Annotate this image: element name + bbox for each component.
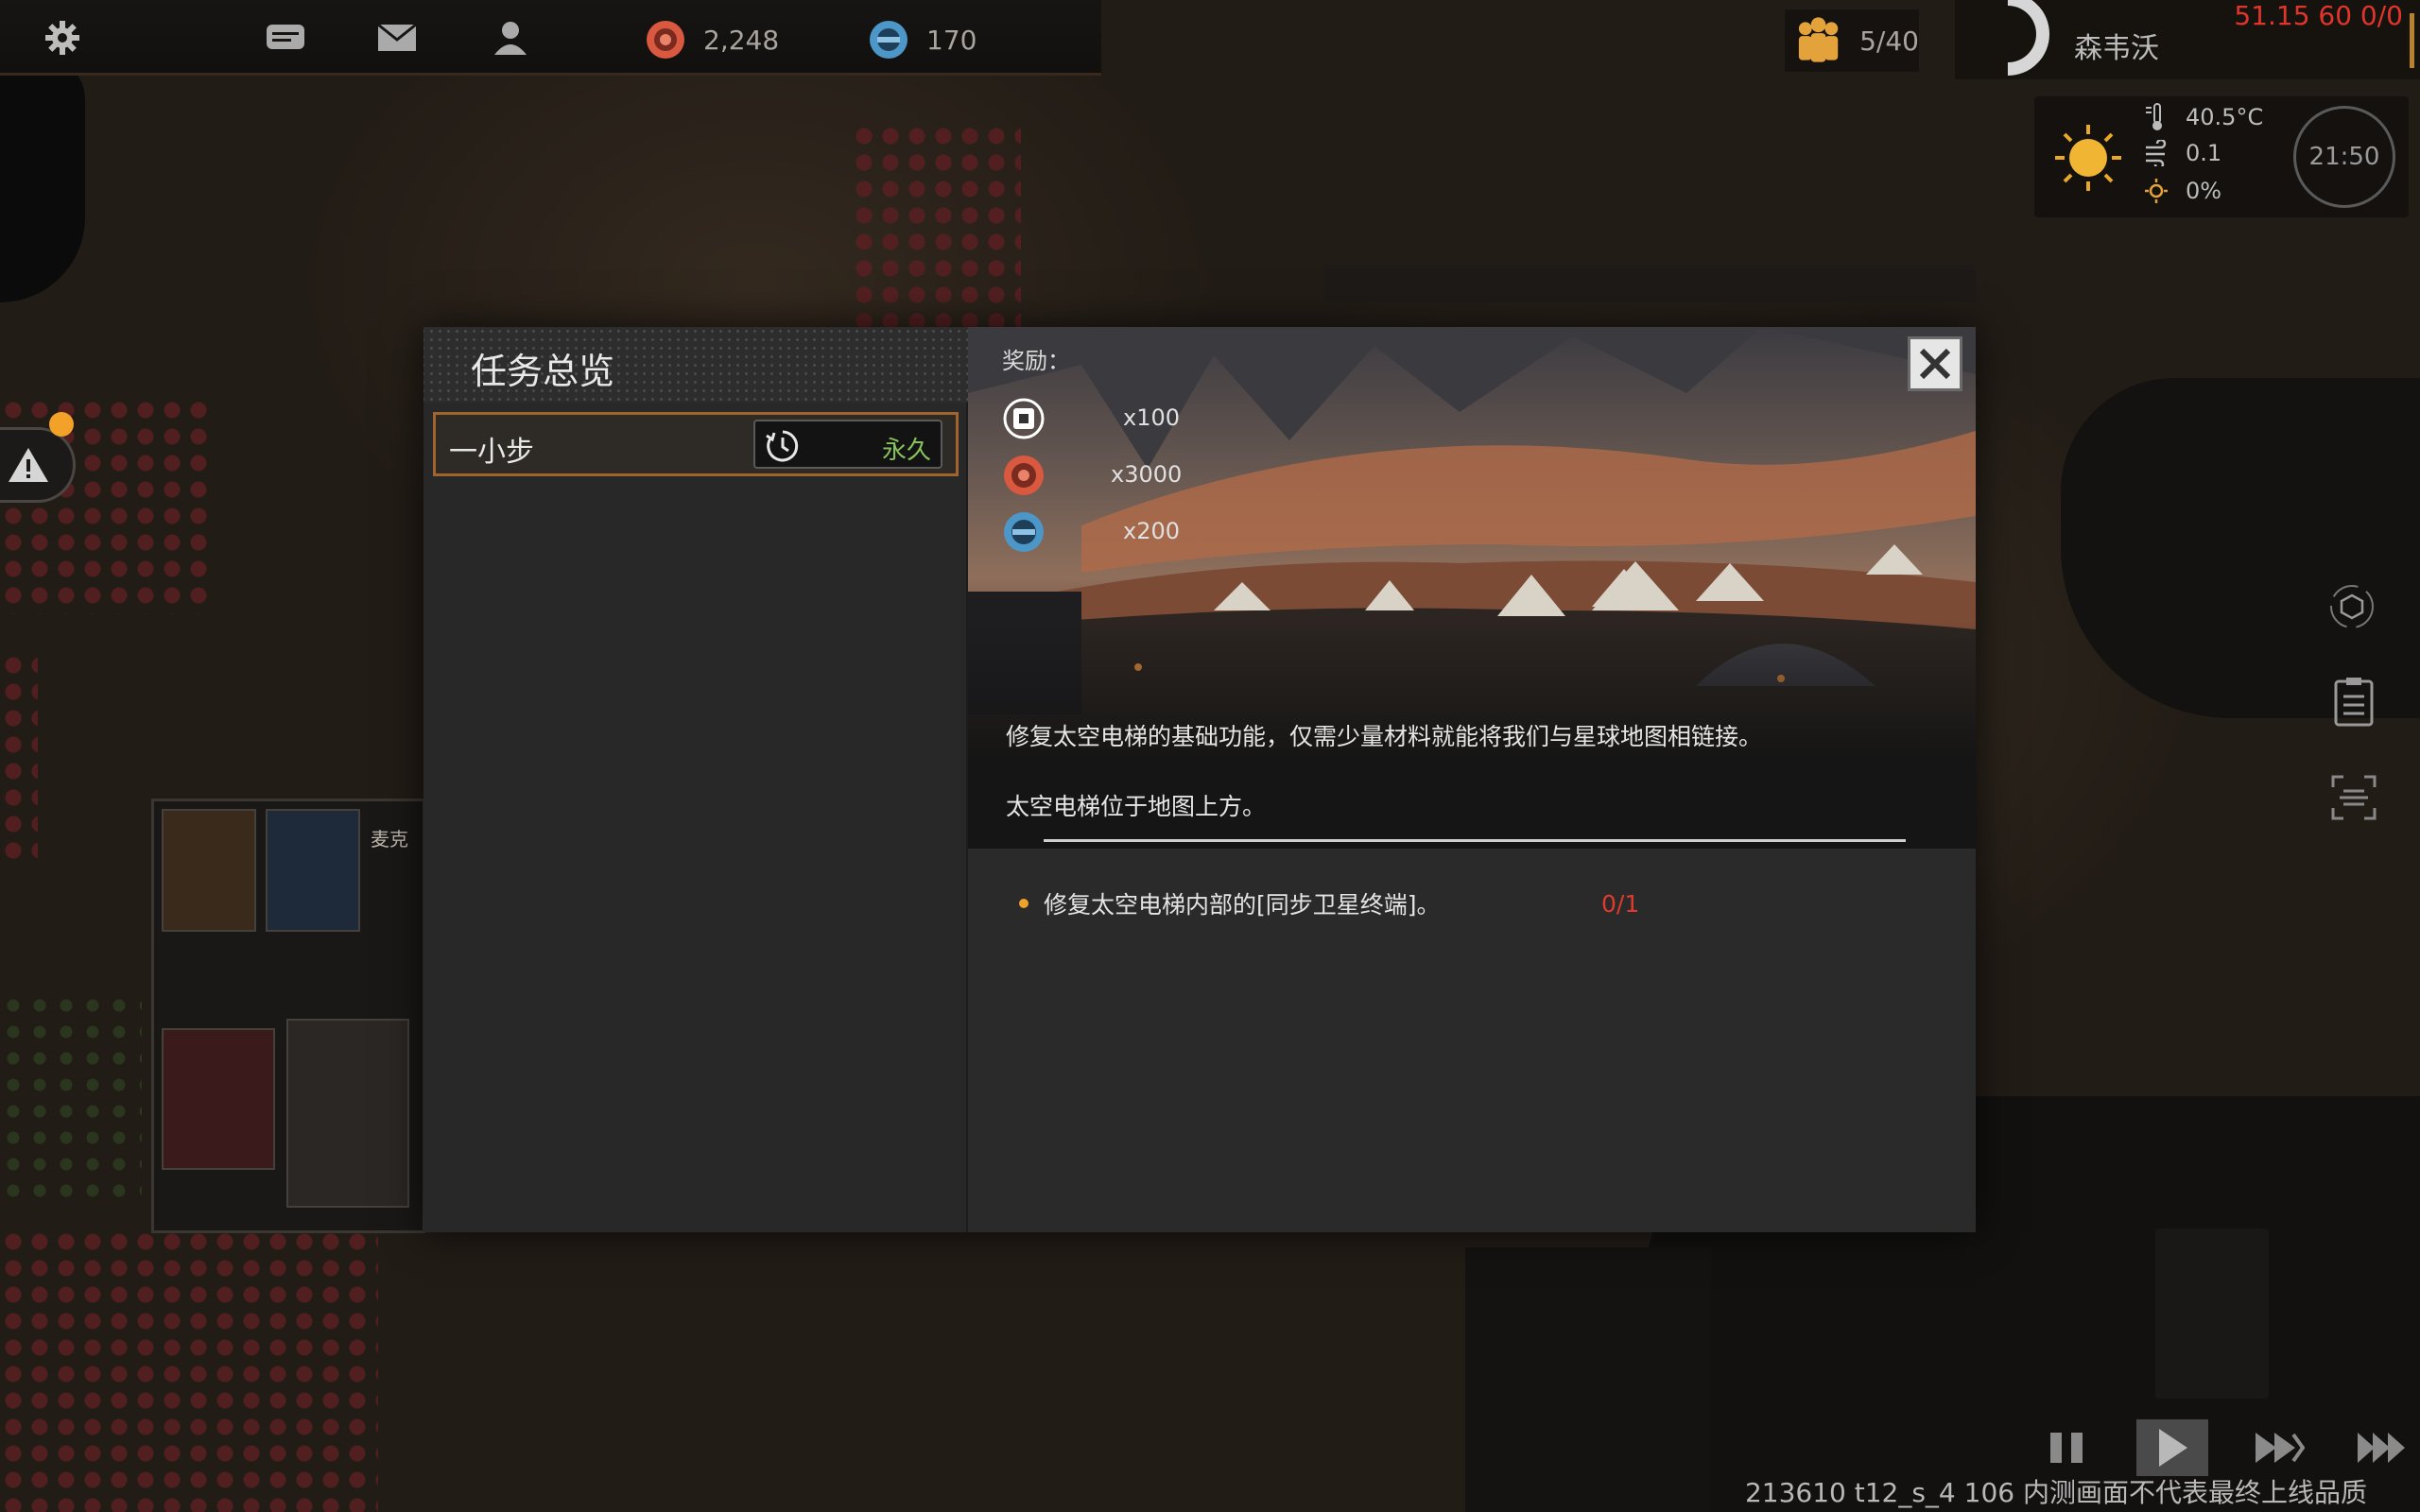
quest-location-hint: 太空电梯位于地图上方。 <box>1006 793 1267 820</box>
scan-icon[interactable] <box>2327 771 2380 824</box>
blue-coin-icon <box>870 21 908 59</box>
top-bar: 2,248 170 <box>0 0 1101 76</box>
quest-list-header: 任务总览 <box>424 327 968 403</box>
reward-item: x100 <box>1002 397 1180 440</box>
light-value: 0% <box>2186 178 2222 204</box>
resource-blue: 170 <box>868 19 977 60</box>
flower-field <box>851 123 1021 331</box>
construct-icon[interactable] <box>2325 580 2378 633</box>
reward-qty: x100 <box>1123 404 1181 431</box>
weather-panel[interactable]: 40.5°C 0.1 0% 21:50 <box>2034 96 2409 217</box>
gear-icon[interactable] <box>42 17 83 59</box>
quest-list-panel: 任务总览 一小步 永久 <box>424 327 968 1232</box>
flower-field <box>0 1228 378 1512</box>
quest-description: 修复太空电梯的基础功能，仅需少量材料就能将我们与星球地图相链接。 <box>1006 723 1763 750</box>
wind-value: 0.1 <box>2186 140 2222 166</box>
room <box>162 1028 275 1170</box>
pause-icon <box>2050 1433 2083 1463</box>
red-coin-icon <box>647 21 684 59</box>
close-button[interactable] <box>1908 336 1962 391</box>
blue-coin-icon <box>1004 512 1044 552</box>
objective-text: 修复太空电梯内部的[同步卫星终端]。 <box>1044 891 1441 919</box>
mail-icon[interactable] <box>376 17 418 59</box>
objective-bullet <box>1019 899 1028 908</box>
fast-forward-button[interactable] <box>2242 1419 2314 1476</box>
temperature-value: 40.5°C <box>2186 104 2264 130</box>
quest-duration-badge: 永久 <box>753 420 942 469</box>
clipboard-icon[interactable] <box>2327 675 2380 728</box>
colonists-icon <box>1798 17 1839 62</box>
map-void <box>0 57 85 302</box>
game-clock[interactable]: 21:50 <box>2293 106 2395 208</box>
reward-item: x3000 <box>1002 454 1182 497</box>
play-icon <box>2159 1429 2187 1467</box>
quest-list-title: 任务总览 <box>471 351 615 392</box>
light-row: 0% <box>2144 178 2221 204</box>
fast-forward-icon <box>2256 1433 2305 1463</box>
thermometer-icon <box>2146 103 2162 130</box>
room <box>162 809 256 932</box>
flower-field <box>0 652 38 860</box>
player-name: 森韦沃 <box>2074 32 2159 65</box>
quest-duration-label: 永久 <box>881 437 931 465</box>
alert-notification-dot <box>49 412 74 437</box>
reward-item: x200 <box>1002 510 1180 554</box>
room <box>266 809 360 932</box>
chip-icon <box>1003 398 1045 439</box>
map-colonist-label: 麦克 <box>371 828 408 850</box>
base-building[interactable] <box>151 799 425 1233</box>
speed-controls <box>2031 1419 2420 1476</box>
sun-icon <box>2055 125 2121 191</box>
warning-icon <box>9 448 48 482</box>
clock-icon <box>766 430 799 462</box>
player-accent-bar <box>2410 13 2414 68</box>
light-icon <box>2145 179 2168 203</box>
red-coin-icon <box>1004 455 1044 495</box>
alert-button[interactable] <box>0 427 76 503</box>
resource-red: 2,248 <box>645 19 779 60</box>
player-avatar-ring <box>1948 0 2067 94</box>
quest-list-item[interactable]: 一小步 永久 <box>433 412 959 476</box>
build-info: 213610 t12_s_4 106 内测画面不代表最终上线品质 <box>1744 1477 2367 1508</box>
wind-icon <box>2146 140 2167 166</box>
map-void <box>1465 1247 1711 1512</box>
objective-progress: 0/1 <box>1601 890 1640 918</box>
quest-objective: 修复太空电梯内部的[同步卫星终端]。 <box>1019 886 1441 920</box>
chat-icon[interactable] <box>265 17 306 59</box>
quest-name: 一小步 <box>449 436 534 469</box>
room <box>286 1019 409 1208</box>
play-button[interactable] <box>2136 1419 2208 1476</box>
close-icon <box>1919 348 1951 380</box>
wind-row: 0.1 <box>2144 140 2221 166</box>
people-icon[interactable] <box>490 17 531 59</box>
quest-banner: 奖励： x100 x3000 x200 修复太空电梯的基础功能，仅需少量材料就能… <box>968 327 1976 849</box>
debug-readout: 51.15 60 0/0 <box>2234 0 2403 31</box>
quest-overview-dialog: 任务总览 一小步 永久 奖励： x100 x3000 x200 修复太空电梯的基… <box>424 327 1976 1232</box>
reward-qty: x200 <box>1123 518 1181 544</box>
terrain-detail <box>2155 1228 2269 1399</box>
quest-detail-panel: 奖励： x100 x3000 x200 修复太空电梯的基础功能，仅需少量材料就能… <box>968 327 1976 1232</box>
banner-divider <box>1044 839 1906 842</box>
population-counter[interactable]: 5/40 <box>1785 9 1919 72</box>
fastest-icon <box>2358 1433 2405 1463</box>
reward-title: 奖励： <box>1002 348 1070 374</box>
resource-red-value: 2,248 <box>703 24 780 56</box>
map-void <box>2061 378 2420 718</box>
temperature-row: 40.5°C <box>2144 102 2263 132</box>
reward-qty: x3000 <box>1111 461 1183 488</box>
flower-field <box>0 992 142 1210</box>
population-value: 5/40 <box>1859 25 1919 57</box>
resource-blue-value: 170 <box>926 24 977 56</box>
fastest-button[interactable] <box>2348 1419 2420 1476</box>
terrain-detail <box>1323 265 1976 302</box>
pause-button[interactable] <box>2031 1419 2102 1476</box>
